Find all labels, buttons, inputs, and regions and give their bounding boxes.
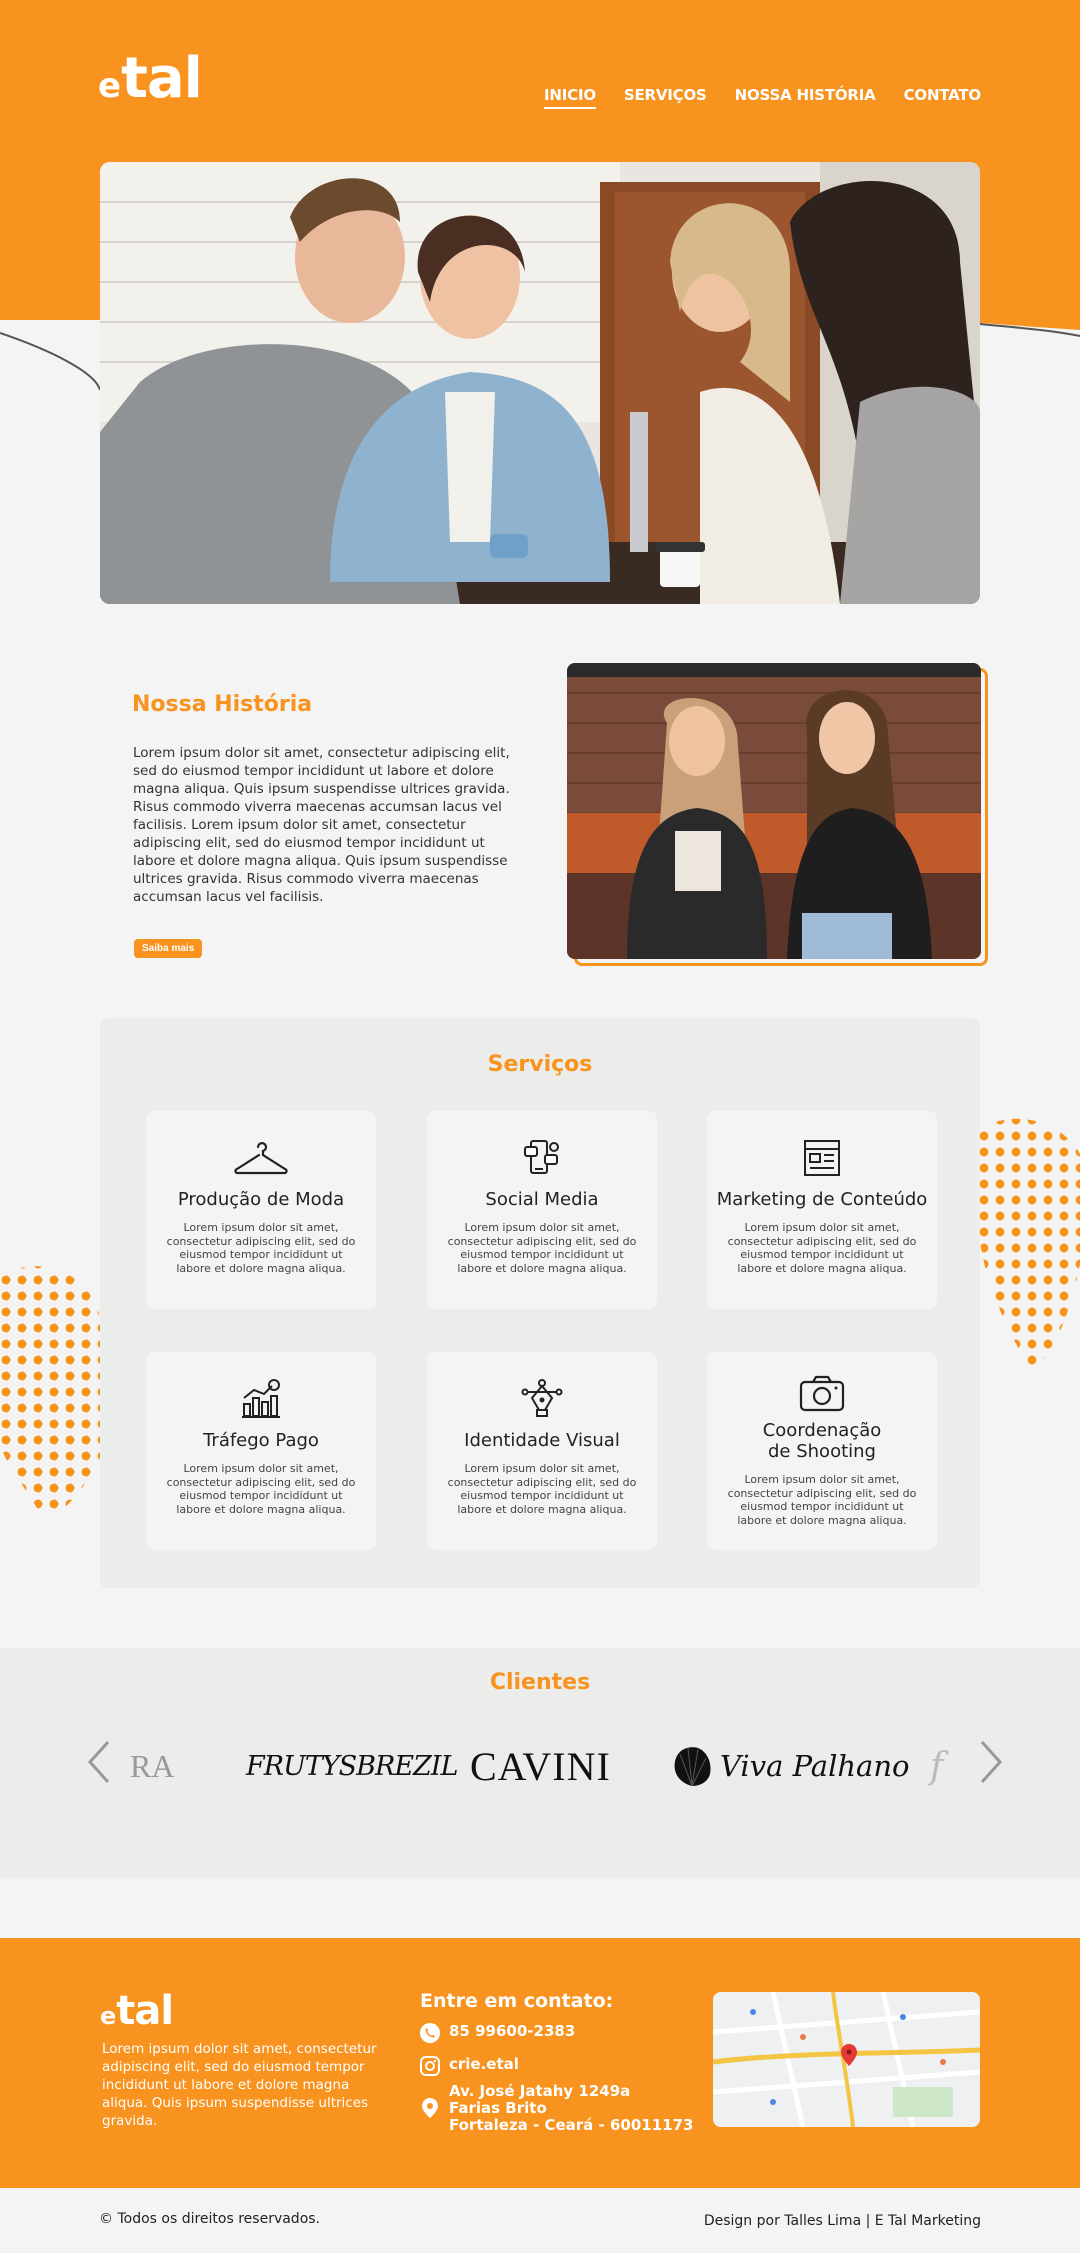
growth-chart-icon [146,1378,376,1420]
nav-inicio[interactable]: INICIO [544,86,596,109]
service-card-producao-moda[interactable]: Produção de Moda Lorem ipsum dolor sit a… [146,1111,376,1309]
main-nav: INICIO SERVIÇOS NOSSA HISTÓRIA CONTATO [544,86,981,109]
nav-nossa-historia[interactable]: NOSSA HISTÓRIA [735,86,876,109]
contact-instagram[interactable]: crie.etal [419,2055,519,2077]
location-pin-icon [422,2098,438,2118]
instagram-icon [420,2056,440,2076]
chevron-left-icon [87,1740,110,1784]
footer-description: Lorem ipsum dolor sit amet, consectetur … [102,2041,377,2129]
service-title: Identidade Visual [464,1430,620,1451]
contact-title: Entre em contato: [420,1990,614,2012]
hanger-icon [146,1137,376,1179]
contact-address: Av. José Jatahy 1249a Farias Brito Forta… [419,2083,693,2134]
footer-etal-logo[interactable]: etal [100,1988,174,2034]
client-logo-f: f [930,1745,944,1787]
service-desc: Lorem ipsum dolor sit amet, consectetur … [166,1221,356,1275]
service-desc: Lorem ipsum dolor sit amet, consectetur … [447,1221,637,1275]
whatsapp-icon [420,2023,440,2043]
historia-photo [567,663,981,959]
chevron-right-icon [980,1740,1003,1784]
service-card-marketing-conteudo[interactable]: Marketing de Conteúdo Lorem ipsum dolor … [707,1111,937,1309]
decorative-dots-left [0,1266,100,1517]
historia-text: Lorem ipsum dolor sit amet, consectetur … [133,745,510,905]
client-logo-cavini: CAVINI [470,1743,611,1789]
clientes-title: Clientes [489,1670,591,1695]
nav-servicos[interactable]: SERVIÇOS [624,86,707,109]
copyright-text: © Todos os direitos reservados. [99,2211,321,2227]
shell-icon [674,1747,711,1787]
client-logo-frutysbrezil: FRUTYSBREZIL [246,1750,458,1782]
etal-logo[interactable]: etal [98,46,203,111]
decorative-dots-right [978,1118,1080,1369]
service-card-coordenacao-shooting[interactable]: Coordenação de Shooting Lorem ipsum dolo… [707,1352,937,1550]
service-title: Produção de Moda [177,1189,345,1210]
servicos-title: Serviços [487,1052,593,1077]
service-desc: Lorem ipsum dolor sit amet, consectetur … [727,1221,917,1275]
hero-photo [100,162,980,604]
client-logo-ra: RA [130,1747,175,1784]
service-desc: Lorem ipsum dolor sit amet, consectetur … [166,1462,356,1516]
client-logo-viva-palhano: Viva Palhano [670,1742,909,1790]
service-card-trafego-pago[interactable]: Tráfego Pago Lorem ipsum dolor sit amet,… [146,1352,376,1550]
historia-title: Nossa História [132,692,313,717]
camera-icon [707,1374,937,1416]
service-desc: Lorem ipsum dolor sit amet, consectetur … [727,1473,917,1527]
location-map[interactable] [713,1992,980,2127]
pen-tool-icon [427,1378,657,1420]
service-title: Coordenação de Shooting [762,1420,882,1462]
service-card-social-media[interactable]: Social Media Lorem ipsum dolor sit amet,… [427,1111,657,1309]
saiba-mais-button[interactable]: Saiba mais [134,939,203,958]
carousel-next-arrow[interactable] [978,1740,1004,1784]
nav-contato[interactable]: CONTATO [904,86,982,109]
carousel-prev-arrow[interactable] [86,1740,112,1784]
service-title: Social Media [485,1189,599,1210]
social-media-icon [427,1137,657,1179]
service-title: Tráfego Pago [203,1430,319,1451]
service-title: Marketing de Conteúdo [716,1189,928,1210]
service-desc: Lorem ipsum dolor sit amet, consectetur … [447,1462,637,1516]
content-layout-icon [707,1137,937,1179]
service-card-identidade-visual[interactable]: Identidade Visual Lorem ipsum dolor sit … [427,1352,657,1550]
design-credit: Design por Talles Lima | E Tal Marketing [703,2213,981,2229]
contact-phone[interactable]: 85 99600-2383 [419,2022,575,2044]
